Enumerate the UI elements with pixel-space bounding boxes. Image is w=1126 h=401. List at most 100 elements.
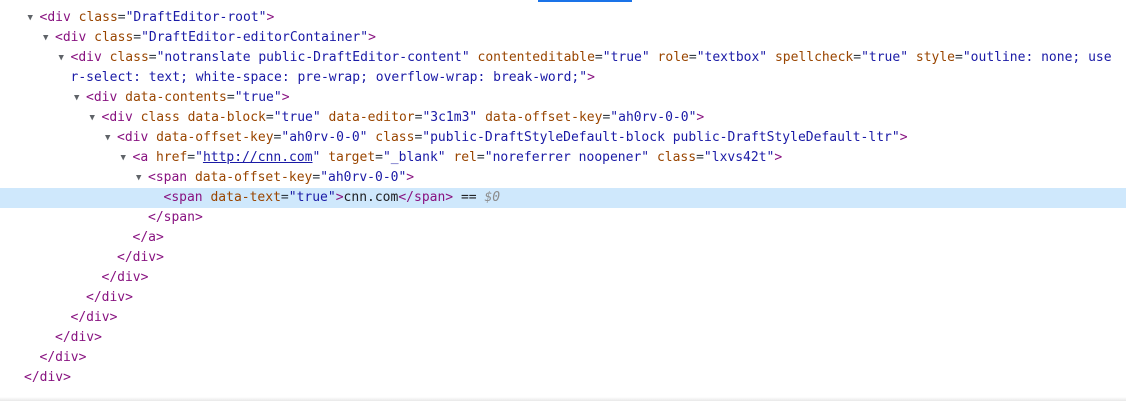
tag-close-bracket: > <box>281 90 290 105</box>
attribute-name: data-text <box>210 190 281 205</box>
active-tab-indicator <box>538 0 632 2</box>
attribute-name: data-editor <box>328 110 415 125</box>
attribute-name: spellcheck <box>774 50 854 65</box>
attribute-value: "textbox" <box>696 50 768 65</box>
tag-close-bracket: > <box>774 150 783 165</box>
expand-triangle-icon[interactable]: ▼ <box>90 108 95 128</box>
expand-triangle-icon[interactable]: ▼ <box>105 128 110 148</box>
dom-node-row[interactable]: ▼ <div class data-block="true" data-edito… <box>0 108 1126 128</box>
attribute-value: "3c1m3" <box>422 110 478 125</box>
expand-triangle-icon[interactable]: ▼ <box>121 148 126 168</box>
attribute-value: "true" <box>861 50 909 65</box>
dom-closing-tag-row[interactable]: </div> <box>0 348 1126 368</box>
tag-open: <a <box>132 150 149 165</box>
attribute-value: "true" <box>234 90 282 105</box>
dom-closing-tag-row[interactable]: </div> <box>0 248 1126 268</box>
console-ref-dollar0: $0 <box>484 190 501 205</box>
attribute-value: "true" <box>602 50 650 65</box>
attribute-name: class <box>109 50 149 65</box>
tag-close-bracket: > <box>587 70 595 85</box>
dom-closing-tag-row[interactable]: </div> <box>0 288 1126 308</box>
tag-open: <div <box>55 30 87 45</box>
attribute-name: data-offset-key <box>485 110 603 125</box>
attribute-value: "lxvs42t" <box>703 150 775 165</box>
attribute-value: "notranslate public-DraftEditor-content" <box>156 50 470 65</box>
attribute-value: "public-DraftStyleDefault-block public-D… <box>422 130 900 145</box>
dom-closing-tag-row[interactable]: </div> <box>0 368 1126 388</box>
attribute-name: rel <box>453 150 477 165</box>
elements-dom-tree[interactable]: ▼ <div class="DraftEditor-root"> ▼ <div cla… <box>0 8 1126 388</box>
tag-end: </a> <box>132 230 164 245</box>
expand-triangle-icon[interactable]: ▼ <box>59 48 64 68</box>
attribute-name: class <box>375 130 415 145</box>
tag-open: <div <box>86 90 118 105</box>
href-link[interactable]: http://cnn.com <box>203 150 313 165</box>
tag-open: <div <box>101 110 133 125</box>
expand-triangle-icon[interactable]: ▼ <box>43 28 48 48</box>
dom-node-row[interactable]: ▼ <div class="DraftEditor-editorContainer… <box>0 28 1126 48</box>
attribute-quote: " <box>195 150 203 165</box>
dom-closing-tag-row[interactable]: </a> <box>0 228 1126 248</box>
tag-close-bracket: > <box>335 190 344 205</box>
tag-open: <div <box>117 130 149 145</box>
dom-closing-tag-row[interactable]: </span> <box>0 208 1126 228</box>
tag-end: </div> <box>117 250 164 265</box>
dom-closing-tag-row[interactable]: </div> <box>0 328 1126 348</box>
tag-end: </div> <box>24 370 71 385</box>
attribute-name: target <box>328 150 376 165</box>
tag-close-bracket: > <box>696 110 705 125</box>
tag-end: </div> <box>39 350 87 365</box>
tag-open: <span <box>148 170 188 185</box>
tag-end: </span> <box>148 210 203 225</box>
attribute-name: role <box>657 50 689 65</box>
attribute-value: "true" <box>273 110 321 125</box>
attribute-name: data-block <box>187 110 266 125</box>
attribute-quote: " <box>312 150 321 165</box>
tag-open: <div <box>39 10 71 25</box>
dom-node-row-selected[interactable]: <span data-text="true">cnn.com</span> ==… <box>0 188 1126 208</box>
tag-open: <div <box>70 50 102 65</box>
tag-end: </div> <box>55 330 102 345</box>
text-node: cnn.com <box>343 190 399 205</box>
dom-node-row[interactable]: ▼ <div data-offset-key="ah0rv-0-0" class=… <box>0 128 1126 148</box>
attribute-name: data-contents <box>125 90 227 105</box>
attribute-name: class <box>656 150 697 165</box>
attribute-value: "ah0rv-0-0" <box>610 110 697 125</box>
tag-end: </div> <box>101 270 149 285</box>
expand-triangle-icon[interactable]: ▼ <box>28 8 33 28</box>
attribute-value: "DraftEditor-root" <box>125 10 267 25</box>
attribute-value: "ah0rv-0-0" <box>320 170 407 185</box>
tag-close-bracket: > <box>899 130 908 145</box>
attribute-name: data-offset-key <box>156 130 274 145</box>
attribute-name: class <box>78 10 118 25</box>
attribute-value: "_blank" <box>382 150 446 165</box>
attribute-name: contenteditable <box>477 50 595 65</box>
attribute-name: class <box>140 110 180 125</box>
tag-end: </div> <box>70 310 118 325</box>
expand-triangle-icon[interactable]: ▼ <box>74 88 79 108</box>
attribute-name: style <box>915 50 956 65</box>
dom-node-row[interactable]: ▼ <a href="http://cnn.com" target="_blank… <box>0 148 1126 168</box>
expand-triangle-icon[interactable]: ▼ <box>136 168 141 188</box>
dom-node-row[interactable]: ▼ <span data-offset-key="ah0rv-0-0"> <box>0 168 1126 188</box>
attribute-name: href <box>155 150 188 165</box>
attribute-value: "noreferrer noopener" <box>484 150 650 165</box>
attribute-name: class <box>94 30 134 45</box>
tag-end: </div> <box>86 290 133 305</box>
attribute-value: "ah0rv-0-0" <box>281 130 368 145</box>
tag-close-bracket: > <box>266 10 275 25</box>
dom-node-row[interactable]: ▼ <div class="notranslate public-DraftEdi… <box>0 48 1126 88</box>
dom-closing-tag-row[interactable]: </div> <box>0 268 1126 288</box>
breadcrumb-bar-edge <box>0 397 1126 401</box>
tag-end: </span> <box>398 190 454 205</box>
attribute-value: "true" <box>288 190 336 205</box>
selection-equals: == <box>453 190 485 205</box>
tag-close-bracket: > <box>406 170 415 185</box>
tag-open: <span <box>163 190 203 205</box>
attribute-value: "DraftEditor-editorContainer" <box>141 30 369 45</box>
tag-close-bracket: > <box>368 30 376 45</box>
dom-node-row[interactable]: ▼ <div data-contents="true"> <box>0 88 1126 108</box>
dom-closing-tag-row[interactable]: </div> <box>0 308 1126 328</box>
dom-node-row[interactable]: ▼ <div class="DraftEditor-root"> <box>0 8 1126 28</box>
attribute-name: data-offset-key <box>194 170 313 185</box>
